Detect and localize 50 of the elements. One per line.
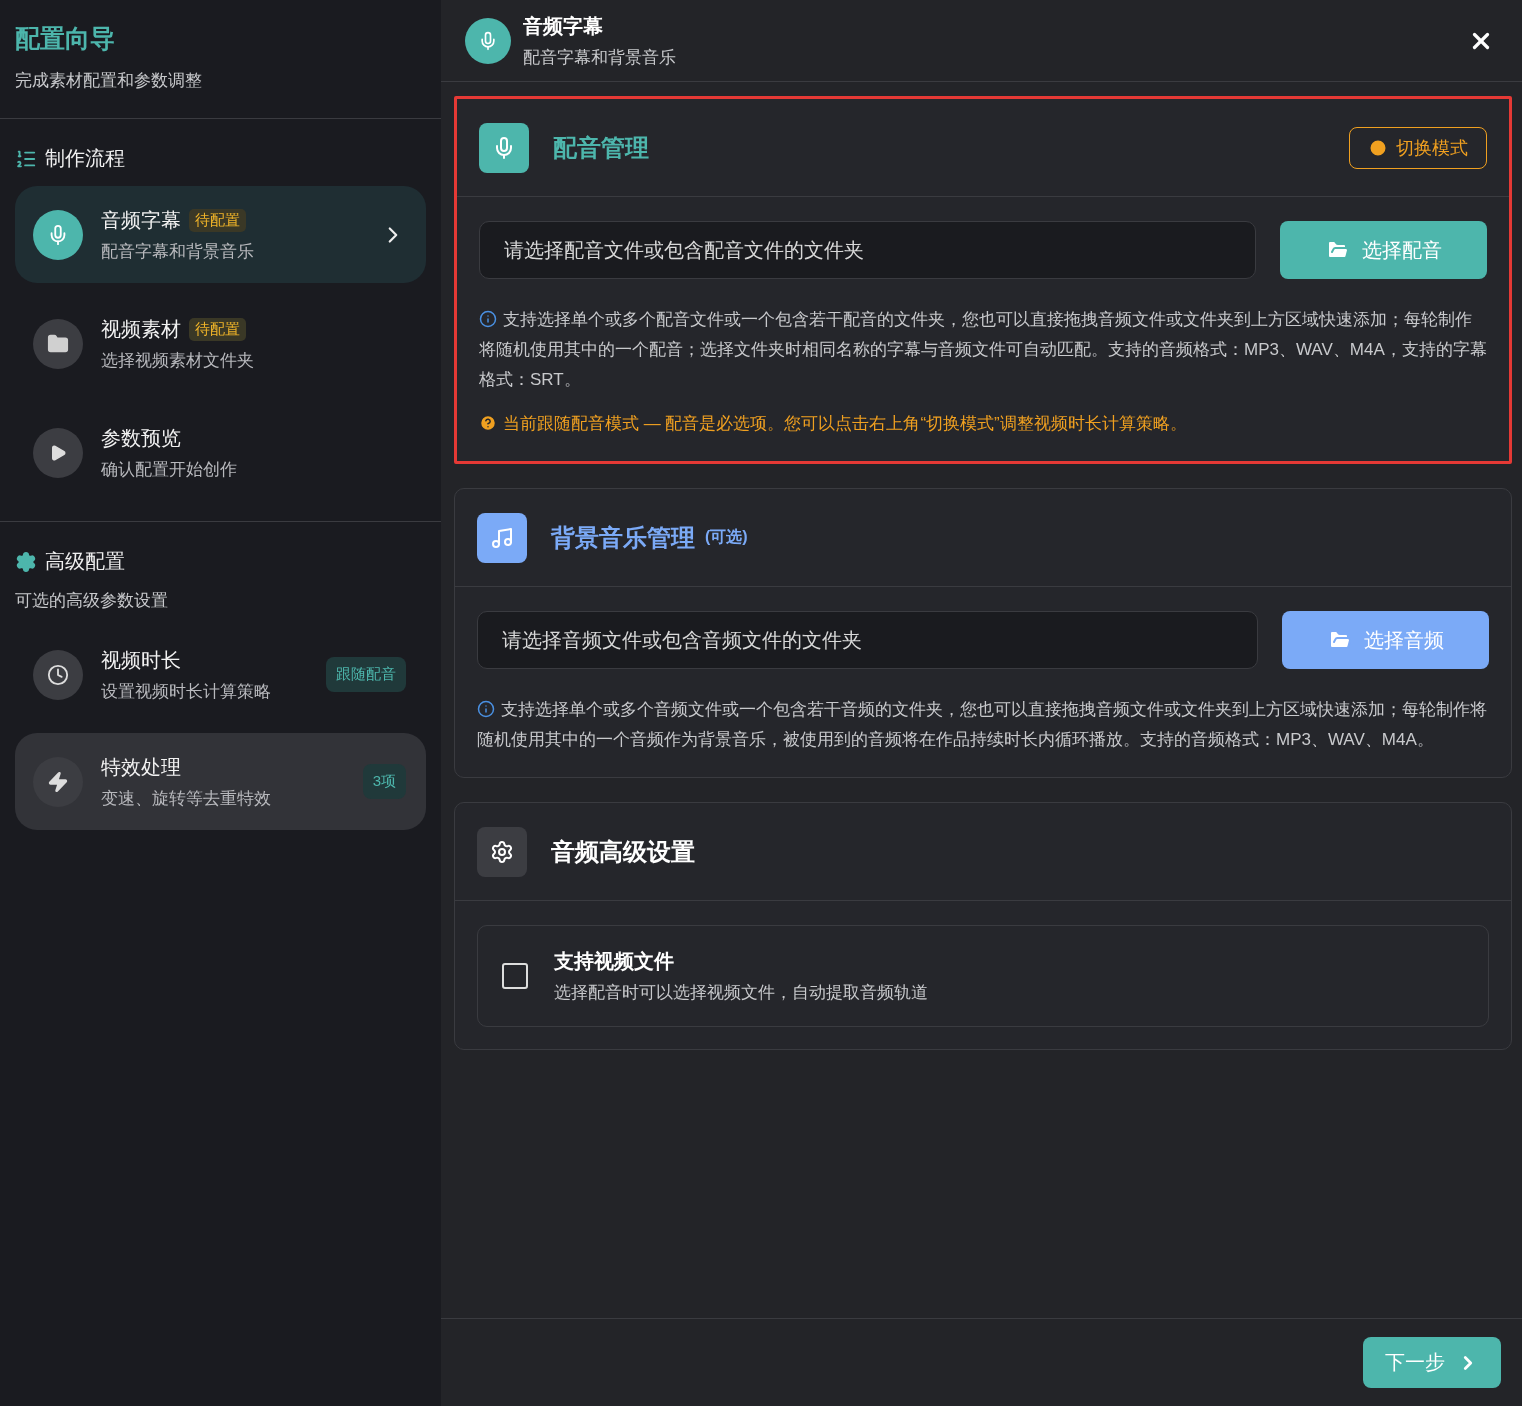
info-icon: [479, 310, 497, 328]
help-icon: [479, 414, 497, 432]
checkbox[interactable]: [502, 963, 528, 989]
step-item[interactable]: 音频字幕 待配置 配音字幕和背景音乐: [15, 186, 426, 283]
folder-icon: [47, 332, 69, 355]
step-title: 视频素材: [101, 316, 181, 342]
option-row[interactable]: 支持视频文件 选择配音时可以选择视频文件，自动提取音频轨道: [477, 925, 1489, 1027]
settings-description: 变速、旋转等去重特效: [101, 787, 272, 810]
info-text: 支持选择单个或多个配音文件或一个包含若干配音的文件夹，您也可以直接拖拽音频文件或文件夹到上方区域快速添加；每轮制作将随机使用其中的一个配音；选择文件夹时相同名称的字幕与音频文件可自动匹配。支持的音频格式：MP3、WAV、M4A，支持的字幕格式：SRT。: [479, 309, 1487, 391]
step-title: 参数预览: [101, 425, 181, 451]
sidebar-title: 配置向导: [15, 23, 116, 54]
optional-label: (可选): [705, 527, 748, 547]
microphone-icon: [478, 30, 498, 51]
section-subtitle: 可选的高级参数设置: [15, 590, 169, 612]
section-heading: 制作流程: [45, 146, 125, 171]
status-badge: 待配置: [189, 208, 246, 232]
play-icon: [49, 443, 67, 462]
music-note-icon: [490, 525, 514, 550]
file-path-field[interactable]: 请选择配音文件或包含配音文件的文件夹: [479, 221, 1256, 279]
step-description: 配音字幕和背景音乐: [101, 240, 255, 263]
card-title: 配音管理: [553, 132, 649, 163]
warning-text: 当前跟随配音模式 — 配音是必选项。您可以点击右上角“切换模式”调整视频时长计算策略。: [479, 409, 1487, 439]
switch-mode-button[interactable]: 切换模式: [1349, 126, 1487, 169]
info-icon: [477, 700, 495, 718]
card-title: 背景音乐管理: [551, 522, 695, 553]
section-heading: 高级配置: [45, 549, 125, 574]
lightning-icon: [47, 770, 69, 793]
settings-icon: [15, 550, 37, 573]
option-title: 支持视频文件: [554, 949, 675, 974]
step-description: 选择视频素材文件夹: [101, 349, 255, 372]
settings-icon: [490, 839, 514, 864]
step-item[interactable]: 参数预览 确认配置开始创作: [15, 404, 426, 501]
file-path-field[interactable]: 请选择音频文件或包含音频文件的文件夹: [477, 611, 1258, 669]
panel-title: 音频字幕: [523, 13, 604, 39]
settings-title: 视频时长: [101, 647, 182, 673]
value-tag: 跟随配音: [326, 657, 406, 692]
status-badge: 待配置: [189, 317, 246, 341]
sidebar-subtitle: 完成素材配置和参数调整: [15, 70, 203, 92]
step-title: 音频字幕: [101, 207, 181, 233]
step-item[interactable]: 视频素材 待配置 选择视频素材文件夹: [15, 295, 426, 392]
card-title: 音频高级设置: [551, 836, 695, 867]
option-description: 选择配音时可以选择视频文件，自动提取音频轨道: [554, 982, 928, 1004]
settings-description: 设置视频时长计算策略: [101, 680, 272, 703]
settings-title: 特效处理: [101, 754, 182, 780]
panel-subtitle: 配音字幕和背景音乐: [523, 46, 677, 69]
settings-item[interactable]: 视频时长 设置视频时长计算策略 跟随配音: [15, 626, 426, 723]
settings-item[interactable]: 特效处理 变速、旋转等去重特效 3项: [15, 733, 426, 830]
value-tag: 3项: [362, 764, 406, 799]
info-text: 支持选择单个或多个音频文件或一个包含若干音频的文件夹，您也可以直接拖拽音频文件或文件夹到上方区域快速添加；每轮制作将随机使用其中的一个音频作为背景音乐，被使用到的音频将在作品持续时长内循环播放。支持的音频格式：MP3、WAV、M4A。: [477, 699, 1488, 751]
step-description: 确认配置开始创作: [101, 458, 238, 481]
